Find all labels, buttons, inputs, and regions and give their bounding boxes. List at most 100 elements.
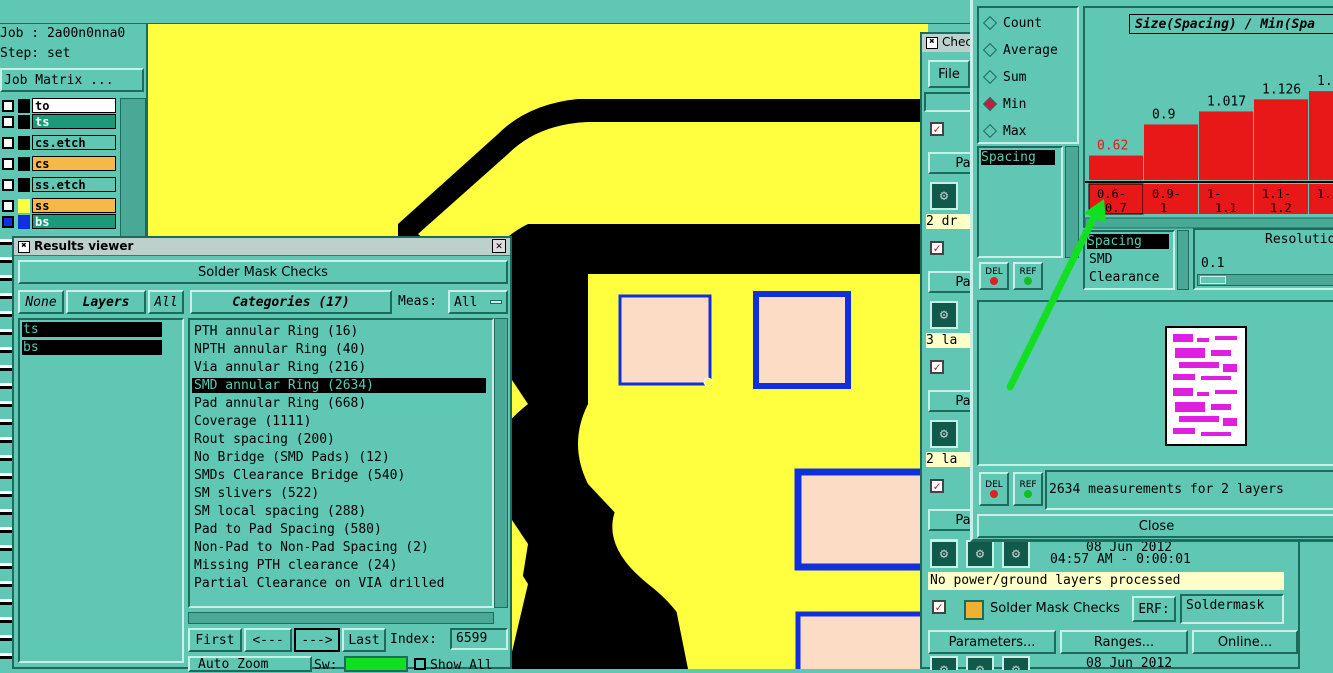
category-item[interactable]: Pad to Pad Spacing (580)	[192, 522, 486, 537]
meas-dropdown[interactable]: All	[448, 290, 508, 314]
erf-field[interactable]: Soldermask	[1180, 594, 1284, 624]
check-stop-icon-2[interactable]: ⚙	[1002, 656, 1030, 670]
layer-checkbox[interactable]	[2, 216, 14, 228]
layer-checkbox[interactable]	[2, 100, 14, 112]
category-item[interactable]: No Bridge (SMD Pads) (12)	[192, 450, 486, 465]
category-item[interactable]: Rout spacing (200)	[192, 432, 486, 447]
histogram-bar[interactable]	[1199, 111, 1253, 180]
option-radio-max[interactable]: Max	[982, 122, 1073, 142]
layer-name[interactable]: ss.etch	[32, 177, 116, 192]
ref-button-2[interactable]: REF	[1013, 472, 1043, 506]
layer-checkbox[interactable]	[2, 179, 14, 191]
category-item[interactable]: Coverage (1111)	[192, 414, 486, 429]
layer-row[interactable]: to	[0, 98, 120, 114]
resolution-slider-thumb[interactable]	[1200, 276, 1226, 284]
none-button[interactable]: None	[18, 290, 64, 314]
check-run-icon-2[interactable]: ⚙	[930, 656, 958, 670]
auto-zoom-dropdown[interactable]: Auto Zoom	[188, 656, 312, 672]
check-toggle[interactable]: ✓	[930, 479, 944, 493]
category-item[interactable]: Pad annular Ring (668)	[192, 396, 486, 411]
layer-name[interactable]: to	[32, 98, 116, 113]
category-item[interactable]: SMDs Clearance Bridge (540)	[192, 468, 486, 483]
categories-vscroll[interactable]	[494, 318, 508, 608]
layer-checkbox[interactable]	[2, 200, 14, 212]
run-check-icon[interactable]: ⚙	[930, 420, 958, 448]
index-field[interactable]: 6599	[450, 628, 508, 650]
histogram-bar[interactable]	[1309, 91, 1333, 180]
file-menu[interactable]: File	[928, 60, 970, 88]
category-item[interactable]: SMD annular Ring (2634)	[192, 378, 486, 393]
sw-toggle[interactable]	[344, 656, 408, 672]
resolution-slider[interactable]	[1197, 274, 1333, 286]
category-item[interactable]: SM slivers (522)	[192, 486, 486, 501]
run-check-icon[interactable]: ⚙	[930, 182, 958, 210]
layer-row[interactable]: ts	[0, 114, 120, 130]
layer-item-bs[interactable]: bs	[22, 340, 162, 355]
online-button[interactable]: Online...	[1192, 630, 1298, 654]
category-item[interactable]: Via annular Ring (216)	[192, 360, 486, 375]
board-preview-thumbnail[interactable]	[1165, 326, 1247, 446]
check-toggle[interactable]: ✓	[930, 122, 944, 136]
check-step-icon-2[interactable]: ⚙	[966, 656, 994, 670]
layer-list-scrollbar[interactable]	[120, 98, 146, 238]
first-button[interactable]: First	[188, 628, 242, 652]
spacing-list-item[interactable]: Spacing	[981, 150, 1055, 165]
layer-checkbox[interactable]	[2, 116, 14, 128]
soldermask-check-name[interactable]: Solder Mask Checks	[990, 601, 1120, 616]
layer-row[interactable]: ss	[0, 198, 120, 214]
option-radio-count[interactable]: Count	[982, 14, 1073, 34]
category-item[interactable]: Partial Clearance on VIA drilled	[192, 576, 486, 591]
category-item[interactable]: SM local spacing (288)	[192, 504, 486, 519]
erf-label[interactable]: ERF:	[1132, 596, 1176, 622]
check-toggle[interactable]: ✓	[930, 241, 944, 255]
layer-row[interactable]: bs	[0, 214, 120, 230]
close-button[interactable]: Close	[977, 514, 1333, 538]
layer-row[interactable]: cs.etch	[0, 135, 120, 151]
show-all-checkbox[interactable]	[414, 658, 426, 670]
option-radio-min[interactable]: Min	[982, 95, 1073, 115]
prev-button[interactable]: <---	[244, 628, 292, 652]
category-item[interactable]: NPTH annular Ring (40)	[192, 342, 486, 357]
del-button-2[interactable]: DEL	[979, 472, 1009, 506]
layer-checkbox[interactable]	[2, 137, 14, 149]
solder-mask-header[interactable]: Solder Mask Checks	[18, 260, 508, 284]
layer-items-list[interactable]: ts bs	[18, 318, 184, 663]
check-run-icon[interactable]: ⚙	[930, 540, 958, 568]
histogram-scrollbar[interactable]	[1085, 217, 1333, 229]
last-button[interactable]: Last	[342, 628, 386, 652]
layer-name[interactable]: ts	[32, 114, 116, 129]
job-matrix-button[interactable]: Job Matrix ...	[0, 68, 144, 92]
histogram-bar[interactable]	[1144, 124, 1198, 180]
soldermask-check-toggle[interactable]: ✓	[932, 600, 946, 614]
layer-name[interactable]: bs	[32, 214, 116, 229]
next-button[interactable]: --->	[294, 628, 340, 652]
auto-zoom-label: Auto Zoom	[198, 656, 269, 672]
category-item[interactable]: Non-Pad to Non-Pad Spacing (2)	[192, 540, 486, 555]
layer-row[interactable]: ss.etch	[0, 177, 120, 193]
run-check-icon[interactable]: ⚙	[930, 301, 958, 329]
layer-name[interactable]: cs	[32, 156, 116, 171]
layer-item-ts[interactable]: ts	[22, 322, 162, 337]
layer-name[interactable]: cs.etch	[32, 135, 116, 150]
histogram-bin-label: 1.1	[1215, 201, 1237, 215]
option-radio-sum[interactable]: Sum	[982, 68, 1073, 88]
check-step-icon[interactable]: ⚙	[966, 540, 994, 568]
category-item[interactable]: Missing PTH clearance (24)	[192, 558, 486, 573]
option-radio-average[interactable]: Average	[982, 41, 1073, 61]
close-icon[interactable]: ✕	[492, 239, 506, 253]
layer-name[interactable]: ss	[32, 198, 116, 213]
check-toggle[interactable]: ✓	[930, 360, 944, 374]
measure-list-scrollbar[interactable]	[1177, 230, 1189, 290]
all-button[interactable]: All	[148, 290, 184, 314]
categories-list[interactable]: PTH annular Ring (16) NPTH annular Ring (…	[188, 318, 494, 608]
categories-hscroll[interactable]	[188, 612, 494, 624]
category-item[interactable]: PTH annular Ring (16)	[192, 324, 486, 339]
check-stop-icon[interactable]: ⚙	[1002, 540, 1030, 568]
histogram-chart[interactable]: 0.620.6-0.70.90.9-11.0171-1.11.1261.1-1.…	[1085, 38, 1333, 238]
parameters-button[interactable]: Parameters...	[928, 630, 1056, 654]
ranges-button[interactable]: Ranges...	[1060, 630, 1188, 654]
layer-checkbox[interactable]	[2, 158, 14, 170]
histogram-bar[interactable]	[1089, 155, 1143, 180]
histogram-bar[interactable]	[1254, 99, 1308, 180]
layer-row[interactable]: cs	[0, 156, 120, 172]
